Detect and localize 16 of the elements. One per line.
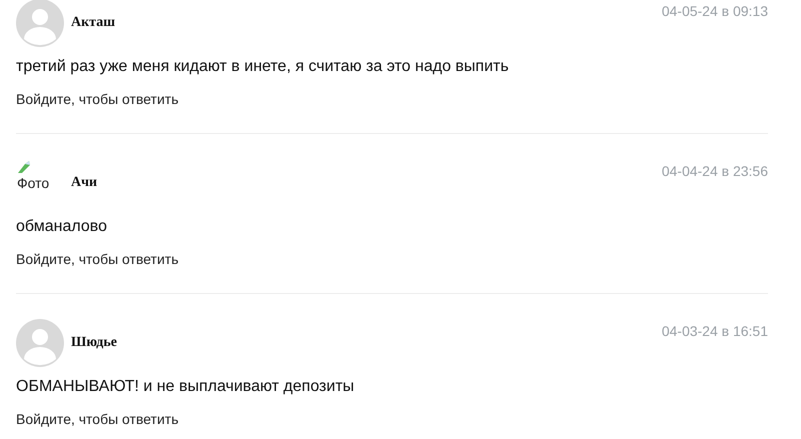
author-name: Ачи: [71, 175, 98, 191]
author-name: Акташ: [71, 15, 116, 31]
comment-date: 04-04-24 в 23:56: [662, 163, 768, 179]
comment-date: 04-03-24 в 16:51: [662, 323, 768, 339]
reply-login-link[interactable]: Войдите, чтобы ответить: [16, 409, 178, 429]
reply-login-link[interactable]: Войдите, чтобы ответить: [16, 249, 178, 269]
reply-login-link[interactable]: Войдите, чтобы ответить: [16, 89, 178, 109]
avatar-icon: [16, 0, 64, 47]
comment-text: ОБМАНЫВАЮТ! и не выплачивают депозиты: [16, 377, 356, 397]
avatar-alt-text: Фото: [16, 175, 50, 191]
author-name: Шюдье: [71, 335, 117, 351]
comment-text: третий раз уже меня кидают в инете, я считаю за это надо выпить: [16, 57, 510, 77]
broken-image-icon: [16, 159, 32, 175]
comment-date: 04-05-24 в 09:13: [662, 3, 768, 19]
comment-text: обманалово: [16, 217, 108, 237]
avatar-icon: [16, 319, 64, 367]
